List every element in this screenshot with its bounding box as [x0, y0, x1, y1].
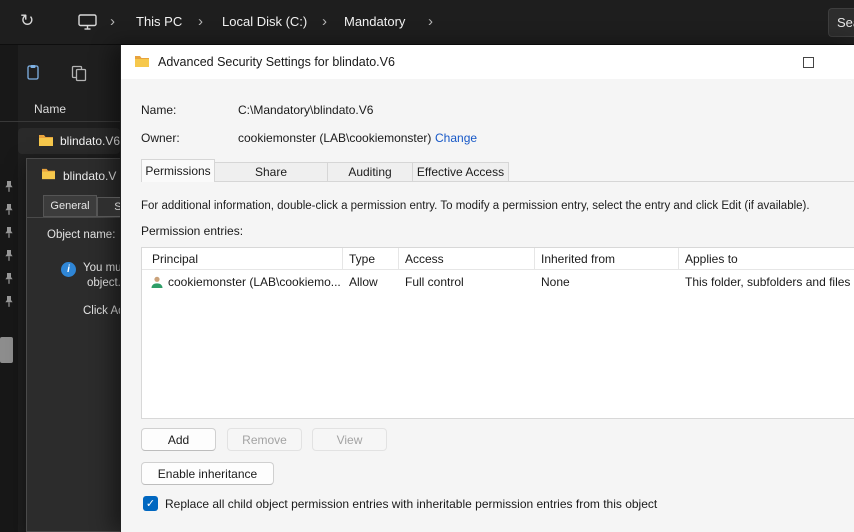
pin-icon[interactable]	[4, 203, 14, 221]
column-divider	[678, 248, 679, 270]
properties-dialog: blindato.V General Sha Object name: i Yo…	[26, 158, 120, 532]
tab-effective-access[interactable]: Effective Access	[412, 162, 509, 182]
add-button[interactable]: Add	[141, 428, 216, 451]
properties-dialog-title: blindato.V	[63, 169, 117, 183]
maximize-icon	[802, 56, 814, 68]
cell-access: Full control	[405, 275, 464, 289]
pin-icon[interactable]	[4, 180, 14, 198]
dialog-titlebar: Advanced Security Settings for blindato.…	[121, 45, 854, 79]
view-button[interactable]: View	[312, 428, 387, 451]
user-icon	[150, 275, 164, 294]
cell-type: Allow	[349, 275, 378, 289]
copy-icon[interactable]	[70, 64, 88, 87]
description-text: For additional information, double-click…	[141, 200, 810, 212]
column-divider	[0, 121, 120, 122]
chevron-right-icon: ›	[322, 13, 327, 30]
chevron-right-icon: ›	[198, 13, 203, 30]
pin-icon[interactable]	[4, 249, 14, 267]
folder-item-label: blindato.V6	[60, 134, 121, 148]
column-header-inherited-from[interactable]: Inherited from	[541, 252, 615, 266]
column-header-principal[interactable]: Principal	[152, 252, 198, 266]
refresh-icon[interactable]: ↻	[20, 11, 34, 31]
remove-button[interactable]: Remove	[227, 428, 302, 451]
check-icon: ✓	[145, 498, 156, 510]
pin-icon[interactable]	[4, 295, 14, 313]
column-header-applies-to[interactable]: Applies to	[685, 252, 738, 266]
info-glyph: i	[67, 264, 70, 275]
pin-icon[interactable]	[4, 272, 14, 290]
dialog-title: Advanced Security Settings for blindato.…	[158, 55, 395, 69]
cut-icon[interactable]	[24, 64, 42, 87]
name-column-header[interactable]: Name	[34, 102, 66, 116]
breadcrumb-this-pc[interactable]: This PC	[136, 14, 182, 29]
owner-value: cookiemonster (LAB\cookiemonster)	[238, 131, 432, 145]
table-row[interactable]: cookiemonster (LAB\cookiemo... Allow Ful…	[142, 271, 854, 293]
dialog-tab-strip: Permissions Share Auditing Effective Acc…	[141, 159, 509, 182]
replace-permissions-label: Replace all child object permission entr…	[165, 497, 658, 511]
tab-auditing[interactable]: Auditing	[327, 162, 413, 182]
pin-icon[interactable]	[4, 226, 14, 244]
tab-underline	[27, 217, 120, 218]
search-box[interactable]: Sea	[828, 8, 854, 37]
owner-label: Owner:	[141, 131, 180, 145]
replace-permissions-checkbox[interactable]: ✓	[143, 496, 158, 511]
column-header-type[interactable]: Type	[349, 252, 375, 266]
chevron-right-icon: ›	[110, 13, 115, 30]
cell-applies-to: This folder, subfolders and files	[685, 275, 851, 289]
folder-icon	[38, 133, 54, 152]
permission-entries-table: Principal Type Access Inherited from App…	[141, 247, 854, 419]
hint-text: Click Ad	[83, 305, 120, 317]
breadcrumb-local-disk[interactable]: Local Disk (C:)	[222, 14, 307, 29]
permission-entries-label: Permission entries:	[141, 224, 244, 238]
info-icon: i	[61, 262, 76, 277]
folder-icon	[134, 54, 150, 73]
advanced-security-dialog: Advanced Security Settings for blindato.…	[120, 45, 854, 532]
change-owner-link[interactable]: Change	[435, 131, 477, 145]
name-label: Name:	[141, 103, 177, 117]
breadcrumb-mandatory[interactable]: Mandatory	[344, 14, 405, 29]
cell-principal: cookiemonster (LAB\cookiemo...	[168, 275, 340, 289]
info-text-line2: object.	[87, 277, 120, 289]
tab-general[interactable]: General	[43, 195, 97, 217]
column-divider	[398, 248, 399, 270]
name-value: C:\Mandatory\blindato.V6	[238, 103, 374, 117]
tab-permissions[interactable]: Permissions	[141, 159, 215, 182]
tab-sharing[interactable]: Sha	[97, 197, 120, 217]
tab-share[interactable]: Share	[214, 162, 328, 182]
column-divider	[342, 248, 343, 270]
column-header-access[interactable]: Access	[405, 252, 444, 266]
folder-item-blindato[interactable]: blindato.V6	[18, 128, 120, 154]
chevron-right-icon: ›	[428, 13, 433, 30]
maximize-button[interactable]	[785, 45, 831, 79]
object-name-label: Object name:	[47, 229, 116, 241]
column-divider	[534, 248, 535, 270]
cell-inherited-from: None	[541, 275, 570, 289]
rail-highlight	[0, 337, 13, 363]
explorer-topbar: ↻ › This PC › Local Disk (C:) › Mandator…	[0, 0, 854, 45]
table-header: Principal Type Access Inherited from App…	[142, 248, 854, 270]
enable-inheritance-button[interactable]: Enable inheritance	[141, 462, 274, 485]
folder-icon	[41, 167, 56, 185]
this-pc-icon	[78, 14, 97, 35]
info-text-line1: You mus	[83, 262, 120, 274]
